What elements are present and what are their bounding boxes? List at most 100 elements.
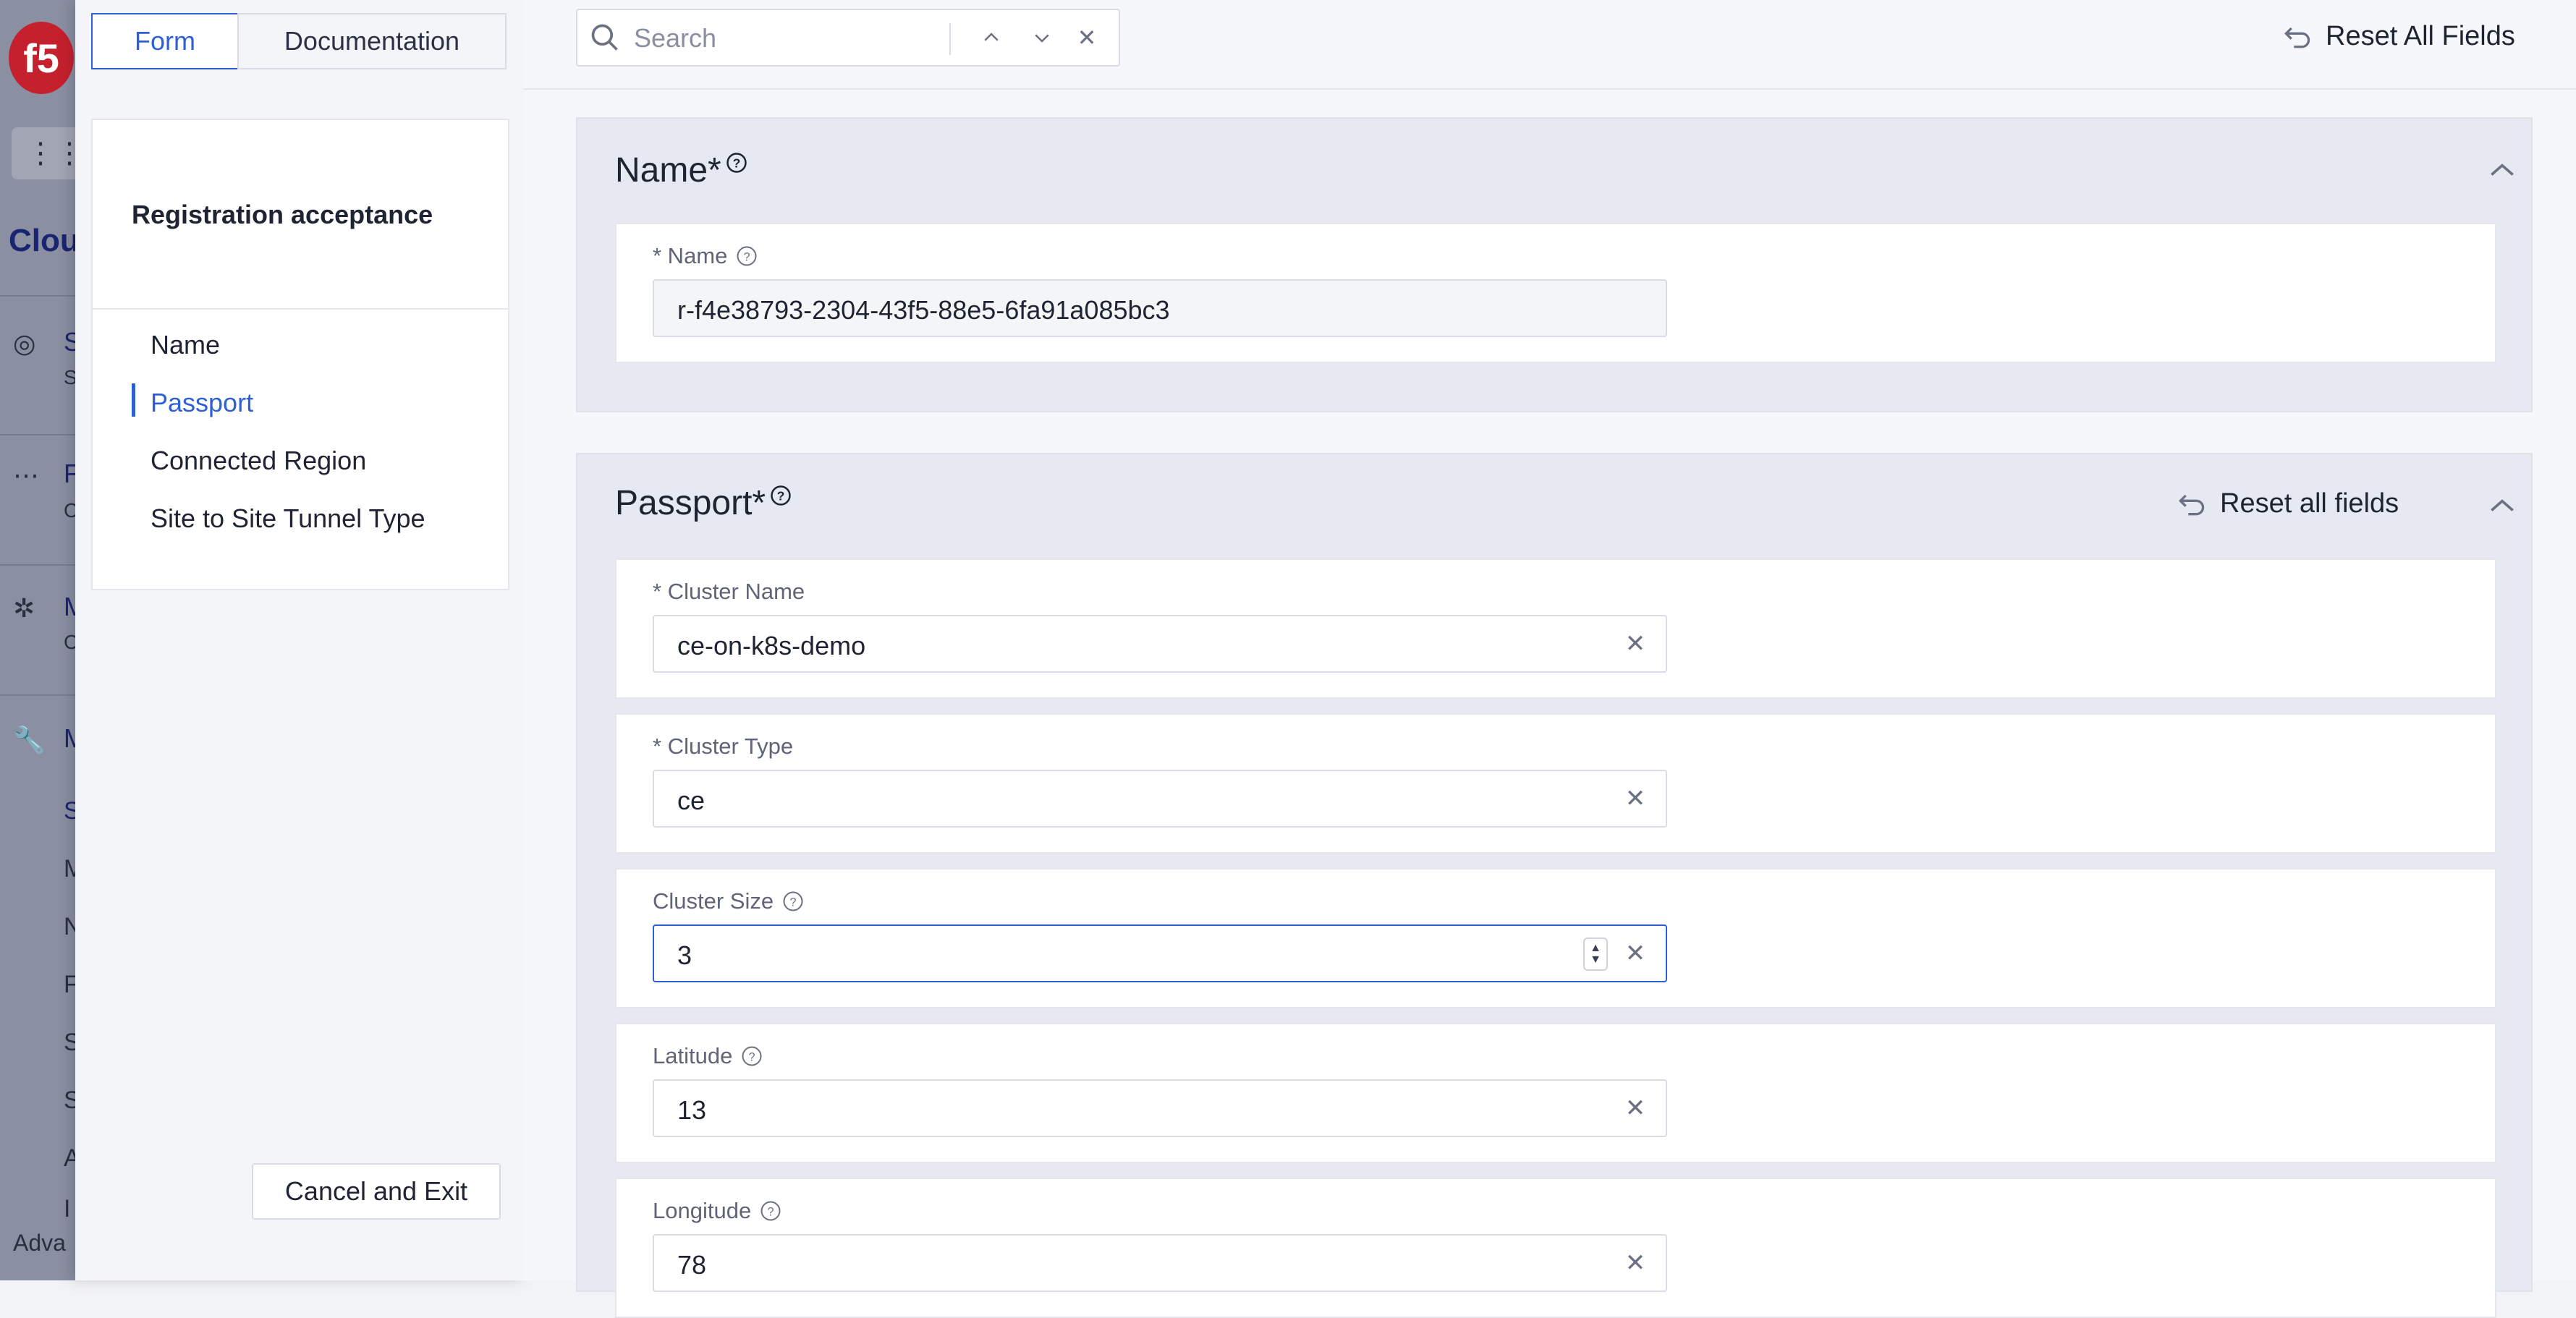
field-value: r-f4e38793-2304-43f5-88e5-6fa91a085bc3 xyxy=(677,295,1170,325)
subnav-item: M xyxy=(64,855,75,883)
chevron-up-icon[interactable] xyxy=(974,20,1009,55)
field-value: ce-on-k8s-demo xyxy=(677,631,866,660)
tab-documentation[interactable]: Documentation xyxy=(237,13,507,69)
field-label-text: * Name xyxy=(653,243,728,268)
nav-title: Clou xyxy=(9,223,75,258)
field-card-cluster-name: * Cluster Name ce-on-k8s-demo ✕ xyxy=(615,558,2496,699)
subnav-item: I xyxy=(64,1195,71,1223)
field-value: ce xyxy=(677,786,706,815)
field-label-text: * Cluster Name xyxy=(653,579,805,604)
field-label: Cluster Size ? xyxy=(653,888,804,914)
cluster-size-field[interactable]: 3 ▲ ▼ ✕ xyxy=(653,924,1667,982)
subnav-item: A xyxy=(64,1144,75,1172)
cluster-name-field[interactable]: ce-on-k8s-demo ✕ xyxy=(653,615,1667,673)
longitude-field[interactable]: 78 ✕ xyxy=(653,1234,1667,1292)
help-icon[interactable]: ? xyxy=(770,485,792,506)
divider xyxy=(0,295,75,297)
latitude-field[interactable]: 13 ✕ xyxy=(653,1079,1667,1137)
svg-text:?: ? xyxy=(768,1205,774,1218)
stepper-down-icon[interactable]: ▼ xyxy=(1590,954,1601,966)
table-of-contents: Registration acceptance Name Passport Co… xyxy=(91,119,509,590)
subnav-item: N xyxy=(64,913,75,940)
clear-icon[interactable]: ✕ xyxy=(1621,939,1650,968)
divider xyxy=(949,23,951,55)
toc-active-indicator xyxy=(132,383,135,417)
grid-icon: ⋮⋮⋮ xyxy=(26,137,75,169)
section-name: Name * ? * Name ? r-f4e38793-2304-43f5-8… xyxy=(576,117,2533,412)
reset-all-label: Reset All Fields xyxy=(2326,20,2515,51)
stepper-up-icon[interactable]: ▲ xyxy=(1590,943,1601,954)
clear-icon[interactable]: ✕ xyxy=(1621,784,1650,813)
search-input[interactable] xyxy=(632,19,925,58)
wrench-icon: 🔧 xyxy=(13,725,46,754)
field-card-longitude: Longitude ? 78 ✕ xyxy=(615,1178,2496,1318)
divider xyxy=(93,308,508,310)
nav-item-2-sub: C xyxy=(64,499,75,522)
subnav-item: S xyxy=(64,797,75,825)
required-mark: * xyxy=(752,484,766,522)
field-label-text: * Cluster Type xyxy=(653,734,794,759)
view-tabs: Form Documentation xyxy=(91,13,509,72)
help-icon[interactable]: ? xyxy=(760,1200,781,1222)
svg-text:?: ? xyxy=(749,1050,755,1063)
chevron-down-icon[interactable] xyxy=(1025,20,1059,55)
clear-icon[interactable]: ✕ xyxy=(1621,1094,1650,1123)
help-icon[interactable]: ? xyxy=(736,245,758,267)
divider xyxy=(0,694,75,696)
field-card-latitude: Latitude ? 13 ✕ xyxy=(615,1023,2496,1163)
subnav-item: S xyxy=(64,1087,75,1114)
undo-icon xyxy=(2284,27,2310,48)
search-icon xyxy=(591,24,618,51)
toc-item-connected-region[interactable]: Connected Region xyxy=(151,446,366,476)
nav-item-3-sub: C xyxy=(64,631,75,653)
required-mark: * xyxy=(708,151,721,190)
network-icon: ⋯ xyxy=(13,460,39,490)
help-icon[interactable]: ? xyxy=(726,152,747,174)
nav-item-3: M xyxy=(64,592,75,621)
number-stepper[interactable]: ▲ ▼ xyxy=(1583,938,1608,971)
search-box: ✕ xyxy=(576,9,1120,67)
toc-item-passport[interactable]: Passport xyxy=(151,388,253,418)
name-field[interactable]: r-f4e38793-2304-43f5-88e5-6fa91a085bc3 xyxy=(653,279,1667,337)
svg-text:?: ? xyxy=(732,156,740,170)
field-card-cluster-size: Cluster Size ? 3 ▲ ▼ ✕ xyxy=(615,868,2496,1008)
collapse-icon[interactable] xyxy=(2486,490,2518,522)
field-label: Longitude ? xyxy=(653,1198,781,1224)
reset-all-fields-button[interactable]: Reset All Fields xyxy=(2281,20,2515,52)
helm-icon: ✲ xyxy=(13,593,35,623)
field-value: 13 xyxy=(677,1095,707,1125)
toc-item-name[interactable]: Name xyxy=(151,330,220,360)
svg-text:?: ? xyxy=(777,488,785,503)
help-icon[interactable]: ? xyxy=(741,1045,763,1067)
collapse-icon[interactable] xyxy=(2486,155,2518,187)
subnav-item: F xyxy=(64,971,75,998)
svg-text:?: ? xyxy=(744,250,750,263)
cluster-type-field[interactable]: ce ✕ xyxy=(653,770,1667,828)
field-label-text: Cluster Size xyxy=(653,888,774,914)
nav-item-1-sub: S xyxy=(64,366,75,388)
close-icon[interactable]: ✕ xyxy=(1069,20,1104,55)
field-label-text: Longitude xyxy=(653,1198,752,1223)
field-label: * Name ? xyxy=(653,243,758,269)
undo-icon xyxy=(2178,494,2205,516)
clear-icon[interactable]: ✕ xyxy=(1621,629,1650,658)
advanced-link: Adva xyxy=(13,1230,66,1256)
form-main: ✕ Reset All Fields Name * ? * Name xyxy=(524,0,2576,1318)
section-title: Name * ? xyxy=(615,150,747,190)
form-toolbar: ✕ Reset All Fields xyxy=(524,0,2576,90)
field-card-name: * Name ? r-f4e38793-2304-43f5-88e5-6fa91… xyxy=(615,223,2496,363)
tab-form[interactable]: Form xyxy=(91,13,239,69)
toc-item-site-to-site-tunnel-type[interactable]: Site to Site Tunnel Type xyxy=(151,503,425,534)
cancel-and-exit-button[interactable]: Cancel and Exit xyxy=(252,1163,501,1220)
field-label: Latitude ? xyxy=(653,1043,763,1069)
clear-icon[interactable]: ✕ xyxy=(1621,1249,1650,1277)
section-title-text: Passport xyxy=(615,484,753,522)
field-card-cluster-type: * Cluster Type ce ✕ xyxy=(615,713,2496,854)
field-label: * Cluster Type xyxy=(653,734,793,760)
field-label: * Cluster Name xyxy=(653,579,805,605)
section-title-text: Name xyxy=(615,151,708,190)
divider xyxy=(0,434,75,435)
nav-item-1: S xyxy=(64,327,75,357)
help-icon[interactable]: ? xyxy=(782,890,804,912)
reset-section-button[interactable]: Reset all fields xyxy=(2175,488,2399,519)
